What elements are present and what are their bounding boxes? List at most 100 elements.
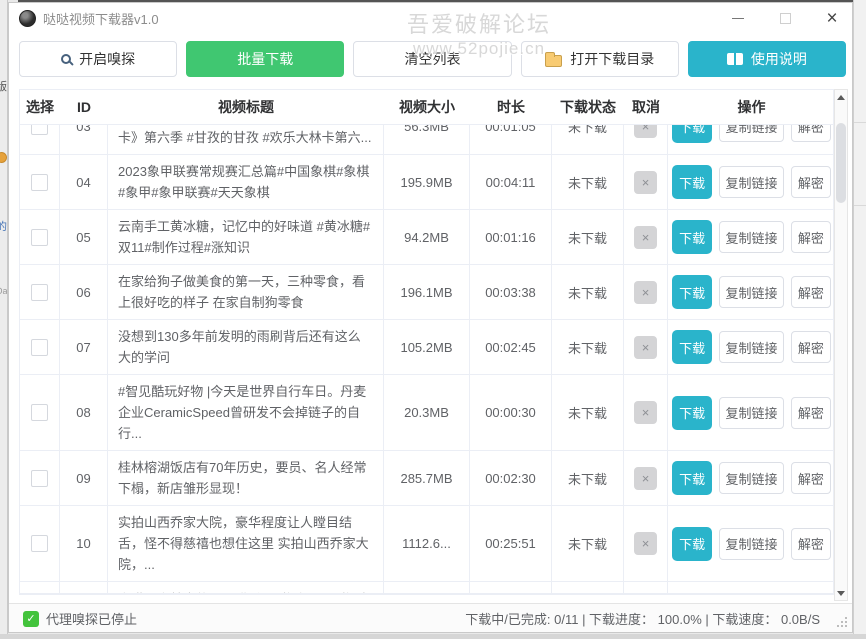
copy-link-button[interactable]: 复制链接 — [719, 594, 783, 595]
cancel-button[interactable]: × — [634, 171, 657, 194]
download-button[interactable]: 下载 — [672, 125, 712, 143]
row-checkbox[interactable] — [31, 339, 48, 356]
cancel-button[interactable]: × — [634, 401, 657, 424]
download-button[interactable]: 下载 — [672, 220, 712, 254]
decrypt-button[interactable]: 解密 — [791, 331, 831, 363]
copy-link-button[interactable]: 复制链接 — [719, 528, 783, 560]
row-checkbox[interactable] — [31, 404, 48, 421]
row-id: 04 — [60, 155, 108, 209]
scrollbar-thumb[interactable] — [836, 123, 846, 203]
row-duration: 00:00:30 — [470, 375, 552, 450]
scroll-down-icon[interactable] — [835, 586, 847, 600]
copy-link-button[interactable]: 复制链接 — [719, 462, 783, 494]
table-row: 04 2023象甲联赛常规赛汇总篇#中国象棋#象棋#象甲#象甲联赛#天天象棋 1… — [20, 155, 833, 210]
close-button[interactable]: × — [822, 8, 842, 28]
row-duration: 00:25:51 — [470, 506, 552, 581]
download-button[interactable]: 下载 — [672, 527, 712, 561]
cancel-x-icon: × — [642, 471, 650, 486]
copy-link-button[interactable]: 复制链接 — [719, 221, 783, 253]
close-icon: × — [826, 9, 837, 28]
row-cancel-cell: × — [624, 582, 668, 594]
download-button[interactable]: 下载 — [672, 165, 712, 199]
row-checkbox[interactable] — [31, 535, 48, 552]
copy-link-button[interactable]: 复制链接 — [719, 397, 783, 429]
copy-link-button[interactable]: 复制链接 — [719, 276, 783, 308]
cancel-x-icon: × — [642, 230, 650, 245]
row-id: 03 — [60, 125, 108, 154]
decrypt-button[interactable]: 解密 — [791, 276, 831, 308]
app-window: 吾爱破解论坛 www.52pojie.cn 哒哒视频下载器v1.0 × 开启嗅探… — [8, 2, 853, 633]
download-stats-text: 下载中/已完成: 0/11 | 下载进度： 100.0% | 下载速度： 0.0… — [465, 609, 820, 628]
background-bottom-strip — [0, 634, 866, 639]
row-ops-cell: 下载 复制链接 解密 — [668, 506, 833, 581]
cancel-button[interactable]: × — [634, 532, 657, 555]
row-select-cell — [20, 125, 60, 154]
row-title: 没想到130多年前发明的雨刷背后还有这么大的学问 — [108, 320, 384, 374]
row-size: 195.9MB — [384, 155, 470, 209]
header-size: 视频大小 — [384, 90, 470, 124]
row-checkbox[interactable] — [31, 229, 48, 246]
decrypt-button[interactable]: 解密 — [791, 125, 831, 142]
cancel-button[interactable]: × — [634, 226, 657, 249]
download-button[interactable]: 下载 — [672, 330, 712, 364]
row-cancel-cell: × — [624, 451, 668, 505]
download-button[interactable]: 下载 — [672, 275, 712, 309]
row-select-cell — [20, 265, 60, 319]
cancel-button[interactable]: × — [634, 281, 657, 304]
video-table: 选择 ID 视频标题 视频大小 时长 下载状态 取消 操作 03 卡》第六季 #… — [19, 89, 834, 595]
check-icon: ✓ — [26, 612, 35, 625]
decrypt-button[interactable]: 解密 — [791, 397, 831, 429]
vertical-scrollbar[interactable] — [834, 89, 848, 601]
header-duration: 时长 — [470, 90, 552, 124]
decrypt-button[interactable]: 解密 — [791, 221, 831, 253]
decrypt-button[interactable]: 解密 — [791, 462, 831, 494]
scroll-up-icon[interactable] — [835, 90, 847, 104]
table-header: 选择 ID 视频标题 视频大小 时长 下载状态 取消 操作 — [20, 90, 833, 125]
copy-link-button[interactable]: 复制链接 — [719, 331, 783, 363]
row-status: 未下载 — [552, 155, 624, 209]
row-checkbox[interactable] — [31, 284, 48, 301]
status-bar: ✓ 代理嗅探已停止 下载中/已完成: 0/11 | 下载进度： 100.0% |… — [9, 603, 852, 633]
row-checkbox[interactable] — [31, 174, 48, 191]
decrypt-button[interactable]: 解密 — [791, 166, 831, 198]
resize-grip[interactable] — [836, 616, 848, 628]
copy-link-button[interactable]: 复制链接 — [719, 125, 783, 142]
background-right-window-strip — [853, 0, 866, 634]
copy-link-button[interactable]: 复制链接 — [719, 166, 783, 198]
open-download-dir-button[interactable]: 打开下载目录 — [521, 41, 679, 77]
row-duration: 00:04:11 — [470, 155, 552, 209]
row-checkbox[interactable] — [31, 470, 48, 487]
row-select-cell — [20, 320, 60, 374]
search-icon — [61, 54, 71, 64]
row-title: 桂林榕湖饭店有70年历史，要员、名人经常下榻，新店雏形显现！ — [108, 451, 384, 505]
row-title: 卡》第六季 #甘孜的甘孜 #欢乐大林卡第六... — [108, 125, 384, 154]
cancel-button[interactable]: × — [634, 125, 657, 138]
batch-download-button[interactable]: 批量下载 — [186, 41, 344, 77]
download-button[interactable]: 下载 — [672, 461, 712, 495]
row-status: 未下载 — [552, 582, 624, 594]
row-status: 未下载 — [552, 506, 624, 581]
help-button[interactable]: 使用说明 — [688, 41, 846, 77]
table-body: 03 卡》第六季 #甘孜的甘孜 #欢乐大林卡第六... 56.3MB 00:01… — [20, 125, 833, 594]
cancel-button[interactable]: × — [634, 336, 657, 359]
cancel-x-icon: × — [642, 285, 650, 300]
decrypt-button[interactable]: 解密 — [791, 528, 831, 560]
start-sniff-button[interactable]: 开启嗅探 — [19, 41, 177, 77]
row-cancel-cell: × — [624, 210, 668, 264]
download-button[interactable]: 下载 — [672, 593, 712, 595]
row-status: 未下载 — [552, 375, 624, 450]
proxy-status-text: 代理嗅探已停止 — [46, 609, 137, 628]
row-ops-cell: 下载 复制链接 解密 — [668, 210, 833, 264]
minimize-button[interactable] — [728, 8, 748, 28]
decrypt-button[interactable]: 解密 — [791, 594, 831, 595]
row-select-cell — [20, 582, 60, 594]
clear-list-button[interactable]: 清空列表 — [353, 41, 511, 77]
maximize-button[interactable] — [775, 8, 795, 28]
book-icon — [727, 53, 743, 65]
proxy-checkbox[interactable]: ✓ — [23, 611, 39, 627]
cancel-button[interactable]: × — [634, 467, 657, 490]
row-duration: 00:02:45 — [470, 320, 552, 374]
row-checkbox[interactable] — [31, 125, 48, 135]
row-duration: 00:01:05 — [470, 125, 552, 154]
download-button[interactable]: 下载 — [672, 396, 712, 430]
